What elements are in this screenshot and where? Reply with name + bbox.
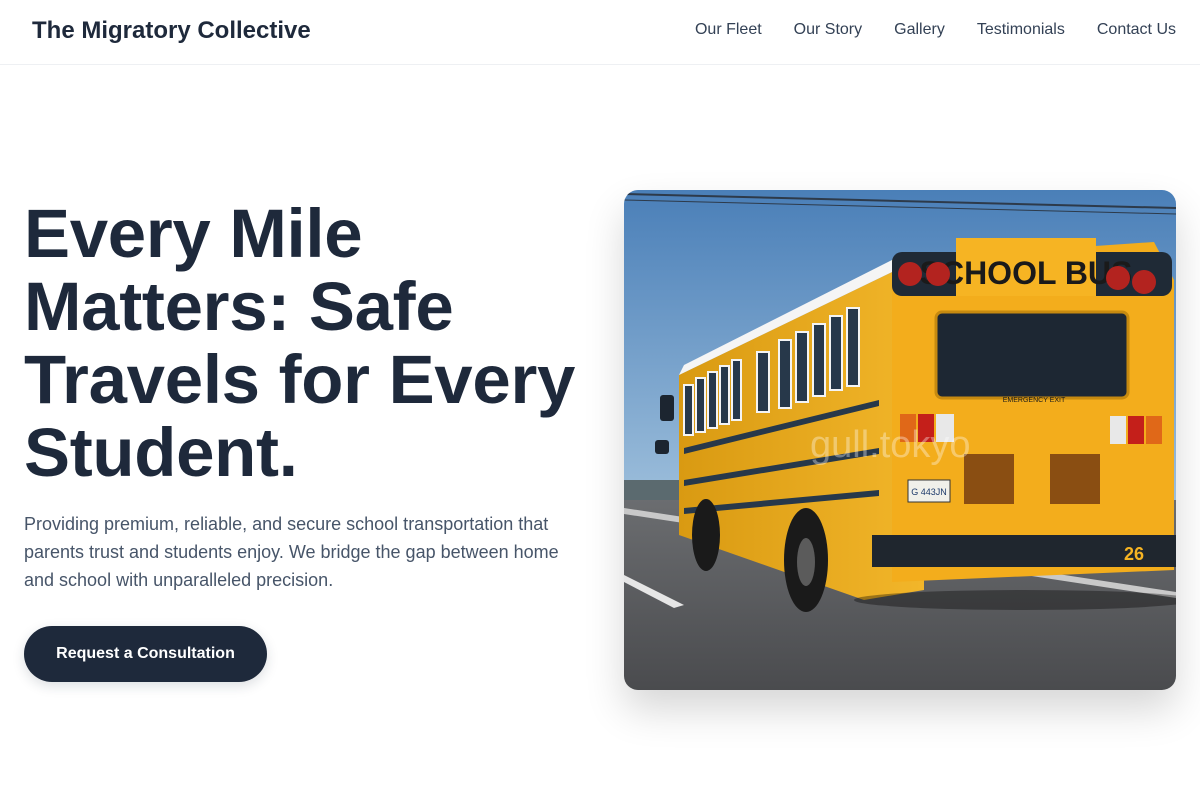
hero-title: Every Mile Matters: Safe Travels for Eve… <box>24 195 576 491</box>
bus-number: 26 <box>1124 544 1144 564</box>
main-nav: Our Fleet Our Story Gallery Testimonials… <box>663 20 1176 40</box>
nav-gallery[interactable]: Gallery <box>894 20 945 40</box>
image-watermark: gull.tokyo <box>810 424 971 466</box>
hero-subtitle: Providing premium, reliable, and secure … <box>24 514 559 590</box>
emergency-exit-label: EMERGENCY EXIT <box>1003 397 1066 404</box>
hero-image-school-bus: SCHOOL BUS EMERGENCY EXIT G 443JN 26 gul… <box>624 190 1176 690</box>
request-consultation-button[interactable]: Request a Consultation <box>24 626 267 682</box>
nav-contact-us[interactable]: Contact Us <box>1097 20 1176 40</box>
brand-logo[interactable]: The Migratory Collective <box>32 17 311 45</box>
site-header: The Migratory Collective Our Fleet Our S… <box>0 0 1200 65</box>
nav-our-fleet[interactable]: Our Fleet <box>695 20 762 40</box>
license-plate: G 443JN <box>911 487 947 497</box>
bus-sign-text: SCHOOL BUS <box>920 255 1133 291</box>
nav-testimonials[interactable]: Testimonials <box>977 20 1065 40</box>
nav-our-story[interactable]: Our Story <box>794 20 862 40</box>
